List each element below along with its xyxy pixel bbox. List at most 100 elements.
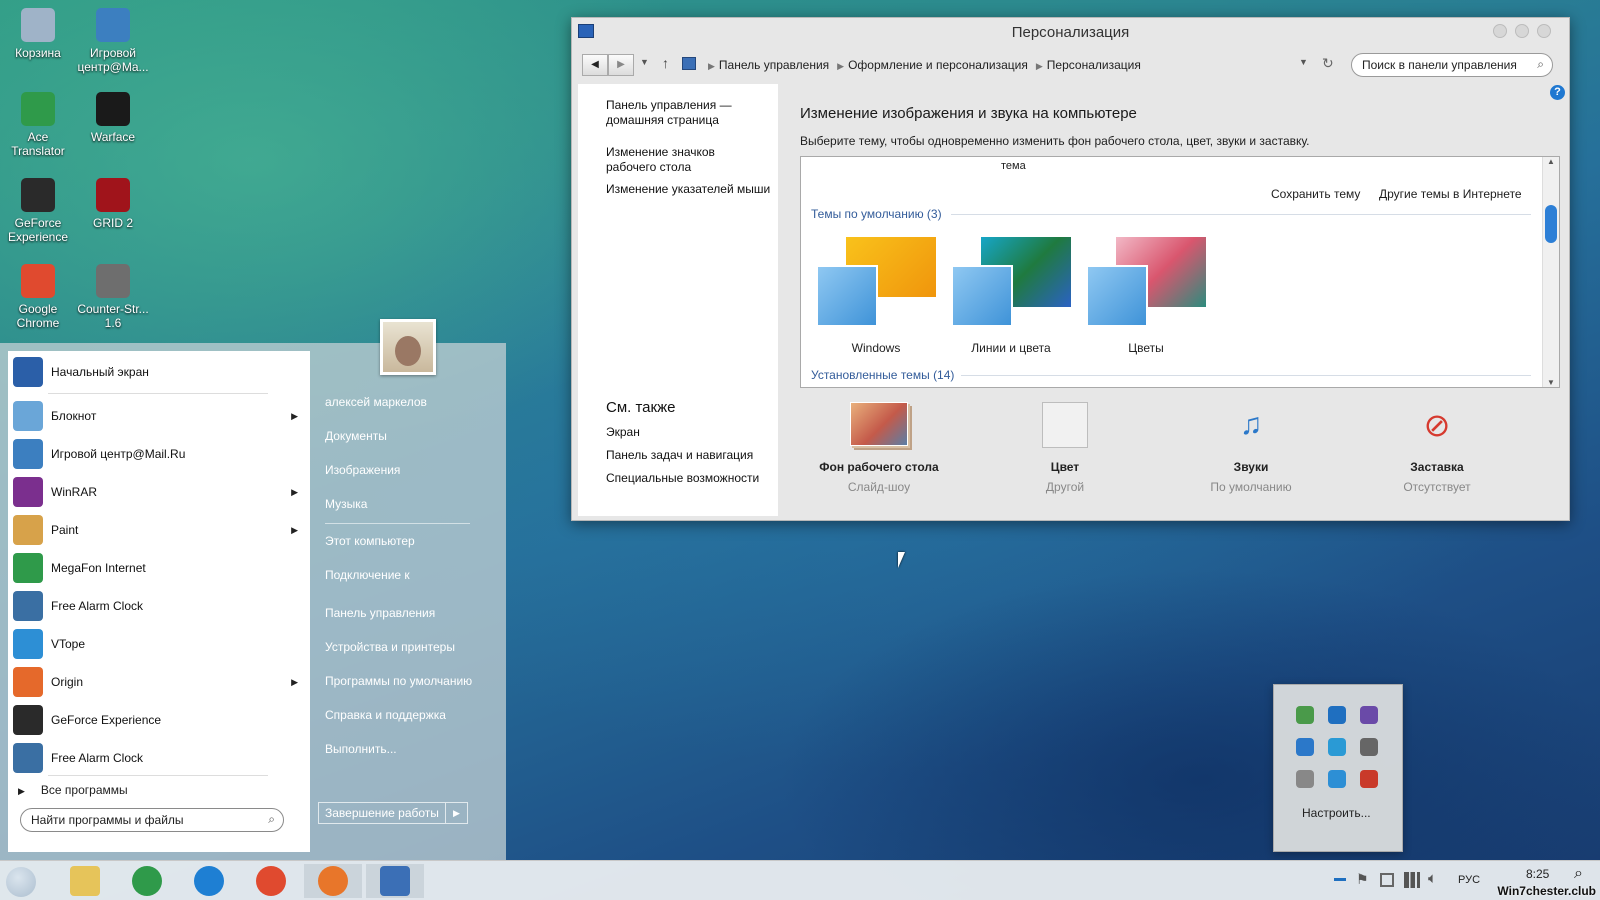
start-link[interactable]: Устройства и принтеры (325, 640, 455, 654)
recent-pages-button[interactable]: ▼ (640, 57, 649, 67)
battery-icon[interactable] (1296, 706, 1314, 724)
bluetooth-icon[interactable] (1328, 706, 1346, 724)
user-name-link[interactable]: алексей маркелов (325, 395, 427, 409)
start-link[interactable]: Изображения (325, 463, 400, 477)
clock-time[interactable]: 8:25 (1526, 867, 1549, 881)
more-themes-link[interactable]: Другие темы в Интернете (1379, 187, 1522, 201)
refresh-icon[interactable]: ↻ (1322, 55, 1334, 72)
desktop-icon-globe[interactable]: Ace Translator (0, 92, 76, 158)
submenu-arrow-icon[interactable]: ▶ (291, 487, 298, 498)
program-search-input[interactable]: Найти программы и файлы ⌕ (20, 808, 284, 832)
link-mouse-pointers[interactable]: Изменение указателей мыши (606, 182, 770, 197)
taskbar-pinned-app[interactable] (56, 864, 114, 898)
forward-button[interactable]: ▶ (608, 54, 634, 76)
program-item[interactable]: Origin ▶ (8, 665, 310, 699)
start-link[interactable]: Подключение к (325, 568, 410, 582)
link-taskbar-navigation[interactable]: Панель задач и навигация (606, 448, 753, 463)
program-item[interactable]: GeForce Experience (8, 703, 310, 737)
desktop-icon-nvidia[interactable]: GeForce Experience (0, 178, 76, 244)
taskbar-pinned-app[interactable] (304, 864, 362, 898)
link-display[interactable]: Экран (606, 425, 640, 440)
close-button[interactable] (1537, 24, 1551, 38)
desktop-icon-chrome[interactable]: Google Chrome (0, 264, 76, 330)
theme-lines-colors[interactable]: Линии и цвета (951, 237, 1071, 355)
theme-windows[interactable]: Windows (816, 237, 936, 355)
program-item[interactable]: Блокнот ▶ (8, 399, 310, 433)
desktop-icon-warface[interactable]: Warface (75, 92, 151, 144)
alarm-clock-icon (13, 743, 43, 773)
desktop-background-option[interactable]: Фон рабочего стола Слайд-шоу (804, 402, 954, 494)
start-link[interactable]: Программы по умолчанию (325, 674, 472, 688)
window-switch-icon[interactable] (1380, 873, 1394, 887)
program-item[interactable]: Free Alarm Clock (8, 741, 310, 775)
color-option[interactable]: Цвет Другой (990, 402, 1140, 494)
app-icon[interactable] (1360, 770, 1378, 788)
display-icon[interactable] (1360, 738, 1378, 756)
theme-list-scrollbar[interactable]: ▲ ▼ (1542, 157, 1559, 387)
user-avatar[interactable] (380, 319, 436, 375)
taskbar-pinned-app[interactable] (366, 864, 424, 898)
theme-list: тема Сохранить тему Другие темы в Интерн… (800, 156, 1560, 388)
desktop-icon-recycle-bin[interactable]: Корзина (0, 8, 76, 60)
scroll-up-arrow-icon[interactable]: ▲ (1543, 157, 1559, 173)
taskbar-pinned-app[interactable] (242, 864, 300, 898)
volume-icon[interactable]: 🔈︎ (1428, 870, 1437, 887)
sounds-option[interactable]: ♫ Звуки По умолчанию (1176, 402, 1326, 494)
shutdown-button[interactable]: Завершение работы ▶ (318, 802, 468, 824)
globe-icon[interactable] (1360, 706, 1378, 724)
submenu-arrow-icon[interactable]: ▶ (291, 411, 298, 422)
back-button[interactable]: ◀ (582, 54, 608, 76)
start-link[interactable]: Документы (325, 429, 387, 443)
screensaver-option[interactable]: ⊘ Заставка Отсутствует (1362, 402, 1512, 494)
program-item[interactable]: MegaFon Internet (8, 551, 310, 585)
taskbar-pinned-app[interactable] (180, 864, 238, 898)
breadcrumb-control-panel[interactable]: Панель управления (719, 58, 829, 72)
save-theme-link[interactable]: Сохранить тему (1271, 187, 1360, 201)
help-icon[interactable]: ? (1550, 85, 1565, 100)
show-hidden-icons-button[interactable] (1334, 878, 1346, 881)
download-icon[interactable] (1296, 738, 1314, 756)
start-link[interactable]: Музыка (325, 497, 367, 511)
cloud-icon[interactable] (1296, 770, 1314, 788)
vtope-icon[interactable] (1328, 770, 1346, 788)
desktop-icon-label: Корзина (15, 46, 61, 60)
program-item[interactable]: Free Alarm Clock (8, 589, 310, 623)
taskbar-pinned-app[interactable] (118, 864, 176, 898)
maximize-button[interactable] (1515, 24, 1529, 38)
start-link[interactable]: Этот компьютер (325, 534, 415, 548)
input-language-indicator[interactable]: РУС (1458, 874, 1480, 886)
action-center-flag-icon[interactable]: ⚑ (1356, 871, 1369, 888)
breadcrumb-personalization[interactable]: Персонализация (1047, 58, 1141, 72)
program-item[interactable]: Игровой центр@Mail.Ru (8, 437, 310, 471)
program-item[interactable]: WinRAR ▶ (8, 475, 310, 509)
submenu-arrow-icon[interactable]: ▶ (291, 677, 298, 688)
start-button[interactable] (6, 867, 36, 897)
start-link[interactable]: Панель управления (325, 606, 435, 620)
search-icon[interactable]: ⌕ (1574, 865, 1583, 883)
program-item[interactable]: VTope (8, 627, 310, 661)
link-accessibility[interactable]: Специальные возможности (606, 471, 759, 486)
start-link[interactable]: Выполнить... (325, 742, 397, 756)
desktop-icon-game-center[interactable]: Игровой центр@Ma... (75, 8, 151, 74)
network-adapter-icon[interactable] (1328, 738, 1346, 756)
tray-customize-link[interactable]: Настроить... (1302, 806, 1371, 820)
scroll-thumb[interactable] (1545, 205, 1557, 243)
desktop-icon-grid2[interactable]: GRID 2 (75, 178, 151, 230)
all-programs-item[interactable]: ▶ Все программы (18, 779, 298, 801)
start-link[interactable]: Справка и поддержка (325, 708, 446, 722)
program-item[interactable]: Paint ▶ (8, 513, 310, 547)
network-icon[interactable] (1404, 872, 1420, 888)
link-control-panel-home[interactable]: Панель управления — домашняя страница (606, 98, 736, 128)
search-input[interactable]: Поиск в панели управления ⌕ (1351, 53, 1553, 77)
scroll-down-arrow-icon[interactable]: ▼ (1543, 378, 1559, 387)
program-item[interactable]: Начальный экран (8, 355, 310, 389)
address-dropdown-button[interactable]: ▼ (1299, 57, 1308, 67)
minimize-button[interactable] (1493, 24, 1507, 38)
up-button[interactable]: ↑ (662, 55, 669, 71)
desktop-icon-counter-strike[interactable]: Counter-Str... 1.6 (75, 264, 151, 330)
breadcrumb-appearance[interactable]: Оформление и персонализация (848, 58, 1028, 72)
shutdown-options-arrow-icon[interactable]: ▶ (445, 803, 467, 823)
submenu-arrow-icon[interactable]: ▶ (291, 525, 298, 536)
theme-flowers[interactable]: Цветы (1086, 237, 1206, 355)
link-desktop-icons[interactable]: Изменение значков рабочего стола (606, 145, 736, 175)
